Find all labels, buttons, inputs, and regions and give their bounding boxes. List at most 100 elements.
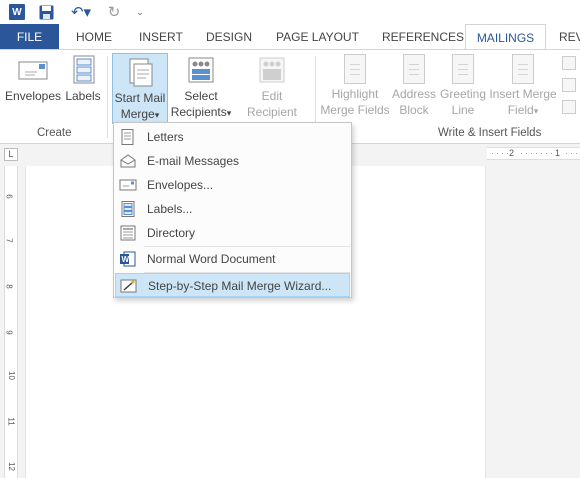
chevron-down-icon: ▾ [533, 106, 539, 116]
ruler-mark: 2 [509, 148, 515, 158]
chevron-down-icon: ▾ [154, 110, 160, 120]
icon-line [409, 74, 419, 75]
horizontal-ruler[interactable]: ···· 2 ······· 1 ··· [487, 147, 580, 160]
highlight-fields-icon [344, 54, 366, 84]
rules-icon[interactable] [562, 56, 576, 70]
menu-item-normal-word-document[interactable]: W Normal Word Document [115, 247, 350, 271]
ruler-mark: 8 [4, 284, 14, 289]
icon-line [458, 64, 468, 65]
ruler-ticks: ······· [520, 148, 555, 158]
letter-document-icon [119, 129, 137, 145]
start-mail-merge-icon [124, 56, 156, 88]
insert-merge-field-label-line2-row: Field▾ [488, 102, 558, 119]
highlight-merge-fields-button[interactable]: Highlight Merge Fields [318, 54, 392, 118]
ruler-mark: 10 [6, 371, 16, 380]
menu-item-step-by-step-wizard[interactable]: Step-by-Step Mail Merge Wizard... [115, 273, 350, 297]
ruler-mark: 12 [6, 462, 16, 471]
tab-mailings[interactable]: MAILINGS [465, 24, 546, 51]
vertical-ruler[interactable]: 6 7 8 9 10 11 12 [4, 166, 18, 478]
icon-line [350, 74, 360, 75]
highlight-merge-fields-label-line2: Merge Fields [320, 103, 390, 117]
menu-item-labels[interactable]: Labels... [115, 197, 350, 221]
greeting-line-label-line2: Line [451, 103, 475, 117]
start-mail-merge-label-line1: Start Mail [114, 91, 166, 105]
labels-icon [67, 54, 99, 86]
envelope-icon [17, 54, 49, 86]
envelope-icon [119, 177, 137, 193]
tab-insert[interactable]: INSERT [139, 24, 183, 50]
ruler-mark: 7 [4, 238, 14, 243]
icon-line [409, 69, 419, 70]
insert-merge-field-button[interactable]: Insert Merge Field▾ [488, 54, 558, 119]
highlight-merge-fields-label-line1: Highlight [331, 87, 379, 101]
insert-merge-field-label-line1: Insert Merge [489, 87, 557, 101]
envelopes-label: Envelopes [4, 89, 62, 103]
envelopes-button[interactable]: Envelopes [4, 54, 62, 104]
menu-item-label: Normal Word Document [147, 252, 276, 266]
menu-item-label: Letters [147, 130, 184, 144]
word-icon[interactable]: W [9, 4, 25, 20]
ribbon-tabs: FILE HOME INSERT DESIGN PAGE LAYOUT REFE… [0, 24, 580, 51]
menu-item-envelopes[interactable]: Envelopes... [115, 173, 350, 197]
labels-label: Labels [65, 89, 101, 103]
write-insert-fields-group-label: Write & Insert Fields [438, 127, 542, 139]
ruler-ticks: ··· [565, 148, 580, 158]
menu-item-label: Envelopes... [147, 178, 214, 192]
tab-file[interactable]: FILE [0, 24, 59, 50]
ruler-mark: 1 [555, 148, 561, 158]
recipients-icon [185, 54, 217, 86]
menu-item-label: Directory [147, 226, 196, 240]
chevron-down-icon: ▾ [226, 108, 232, 118]
svg-text:W: W [122, 255, 130, 264]
labels-button[interactable]: Labels [64, 54, 102, 104]
menu-item-label: E-mail Messages [147, 154, 240, 168]
select-recipients-label-line1: Select [184, 89, 218, 103]
edit-recipient-list-label-line1: Edit [261, 89, 283, 103]
undo-icon[interactable]: ↶▾ [66, 3, 96, 21]
menu-item-label: Labels... [147, 202, 193, 216]
edit-recipients-icon [256, 54, 288, 86]
envelope-open-icon [119, 153, 137, 169]
tab-page-layout[interactable]: PAGE LAYOUT [276, 24, 359, 50]
quick-access-toolbar: W ↶▾ ↻ ⌄ [0, 0, 580, 24]
ruler-mark: 6 [4, 194, 14, 199]
menu-item-letters[interactable]: Letters [115, 125, 350, 149]
icon-line [350, 69, 360, 70]
ruler-mark: 9 [4, 330, 14, 335]
tab-selector[interactable]: L [4, 148, 18, 161]
labels-icon [119, 201, 137, 217]
icon-line [518, 64, 528, 65]
tab-review[interactable]: REVI [559, 24, 580, 50]
insert-merge-field-icon [512, 54, 534, 84]
greeting-line-label-line1: Greeting [439, 87, 487, 101]
address-block-button[interactable]: Address Block [391, 54, 437, 118]
start-mail-merge-label-line2: Merge [120, 107, 155, 121]
customize-qat-icon[interactable]: ⌄ [134, 3, 146, 21]
update-labels-icon[interactable] [562, 100, 576, 114]
tab-home[interactable]: HOME [76, 24, 112, 50]
tab-references[interactable]: REFERENCES [382, 24, 464, 50]
insert-merge-field-label-line2: Field [507, 103, 534, 117]
start-mail-merge-button[interactable]: Start Mail Merge▾ [112, 53, 168, 124]
address-block-icon [403, 54, 425, 84]
create-group-label: Create [37, 127, 72, 139]
icon-line [518, 69, 528, 70]
word-document-icon: W [119, 251, 137, 267]
address-block-label-line1: Address [391, 87, 437, 101]
address-block-label-line2: Block [399, 103, 429, 117]
menu-item-directory[interactable]: Directory [115, 221, 350, 245]
select-recipients-button[interactable]: Select Recipients▾ [168, 54, 234, 121]
match-fields-icon[interactable] [562, 78, 576, 92]
redo-icon[interactable]: ↻ [106, 3, 122, 21]
wizard-icon [120, 278, 138, 294]
menu-item-label: Step-by-Step Mail Merge Wizard... [148, 279, 332, 293]
directory-list-icon [119, 225, 137, 241]
greeting-line-button[interactable]: Greeting Line [438, 54, 488, 118]
menu-item-email-messages[interactable]: E-mail Messages [115, 149, 350, 173]
save-icon[interactable] [38, 3, 54, 21]
ruler-mark: 11 [6, 417, 16, 426]
group-separator [107, 56, 108, 138]
tab-design[interactable]: DESIGN [206, 24, 252, 50]
icon-line [409, 64, 419, 65]
ruler-ticks: ···· [491, 148, 511, 158]
